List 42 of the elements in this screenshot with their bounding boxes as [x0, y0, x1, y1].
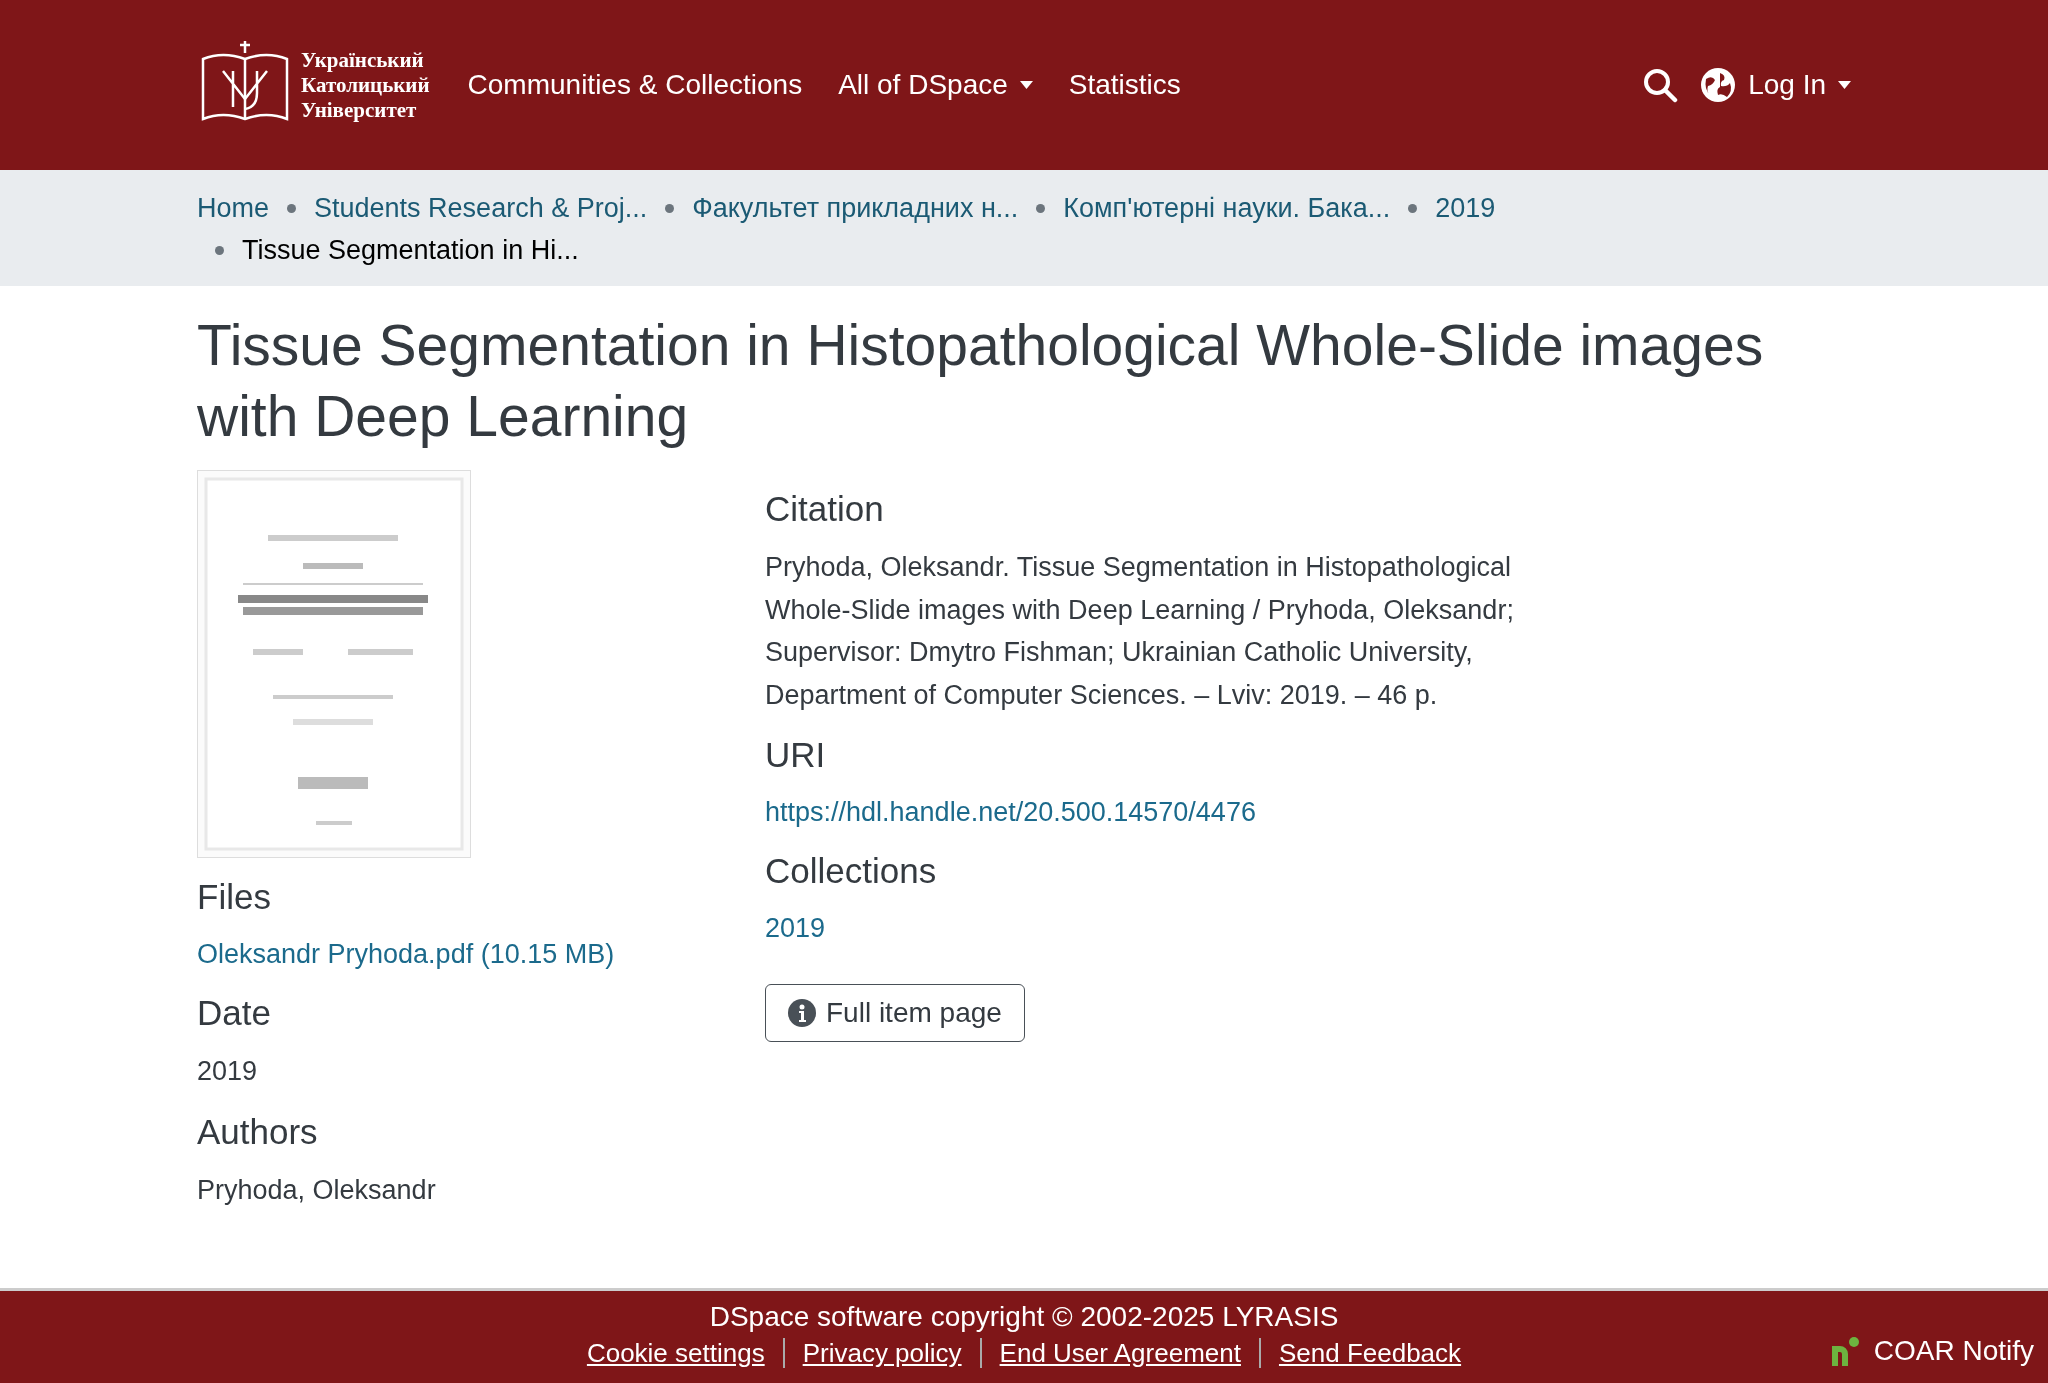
breadcrumb-current: Tissue Segmentation in Hi...	[242, 234, 579, 267]
field-value: Pryhoda, Oleksandr. Tissue Segmentation in Histopathological Whole-Slide images with Deep Learning / Pryhoda, Oleksandr; Supervisor: Dmytro Fishman; Ukrainian Catholic University, Department of Computer Sciences. – Lviv: 2019. – 46 p.	[765, 551, 1515, 712]
copyright-text: DSpace software copyright © 2002-2025 LYRASIS	[709, 1300, 1339, 1334]
full-item-page-button[interactable]: Full item page	[765, 984, 1025, 1042]
item-link[interactable]: Oleksandr Pryhoda.pdf (10.15 MB)	[197, 934, 615, 974]
logo-text: Університет	[301, 97, 418, 123]
breadcrumb-link[interactable]: Факультет прикладних н...	[692, 190, 1019, 226]
footer-link[interactable]: Privacy policy	[782, 1338, 980, 1368]
breadcrumb-link[interactable]: Students Research & Proj...	[314, 190, 648, 226]
notify-label: COAR Notify	[1873, 1335, 2034, 1367]
footer-link[interactable]: End User Agreement	[979, 1338, 1259, 1368]
info-icon	[788, 999, 816, 1027]
logo-text: Католицький	[301, 72, 430, 98]
item-link[interactable]: https://hdl.handle.net/20.500.14570/4476	[765, 792, 1256, 832]
section-heading: Date	[197, 992, 272, 1034]
breadcrumb-link[interactable]: 2019	[1435, 190, 1496, 226]
breadcrumb-separator	[1036, 203, 1046, 213]
logo-text: Український	[301, 47, 425, 73]
breadcrumb-separator	[215, 245, 224, 255]
search-icon[interactable]	[1642, 67, 1679, 103]
section-heading: Authors	[197, 1110, 319, 1153]
item-link[interactable]: 2019	[765, 908, 826, 948]
field-value: 2019	[197, 1055, 259, 1088]
breadcrumb-link[interactable]: Комп'ютерні науки. Бака...	[1063, 190, 1391, 226]
breadcrumb-separator	[1408, 203, 1418, 213]
field-value: Pryhoda, Oleksandr	[197, 1173, 437, 1207]
footer-link[interactable]: Send Feedback	[1258, 1338, 1480, 1368]
nav-link[interactable]: Communities & Collections	[467, 69, 803, 101]
footer-link[interactable]: Cookie settings	[568, 1338, 783, 1368]
breadcrumb-link[interactable]: Home	[197, 190, 270, 226]
nav-link[interactable]: Statistics	[1068, 69, 1181, 101]
globe-icon[interactable]	[1700, 67, 1737, 103]
breadcrumb-separator	[287, 203, 297, 213]
nav-link[interactable]: All of DSpace	[838, 69, 1033, 101]
section-heading: Files	[197, 876, 272, 918]
item-title: Tissue Segmentation in Histopathological Whole-Slide images with Deep Learning	[197, 312, 1765, 450]
caret-icon	[1838, 81, 1851, 89]
login-menu[interactable]: Log In	[1748, 69, 1851, 101]
section-heading: Collections	[765, 850, 938, 892]
section-heading: Citation	[765, 488, 885, 530]
breadcrumb-separator	[665, 203, 675, 213]
section-heading: URI	[765, 734, 827, 776]
